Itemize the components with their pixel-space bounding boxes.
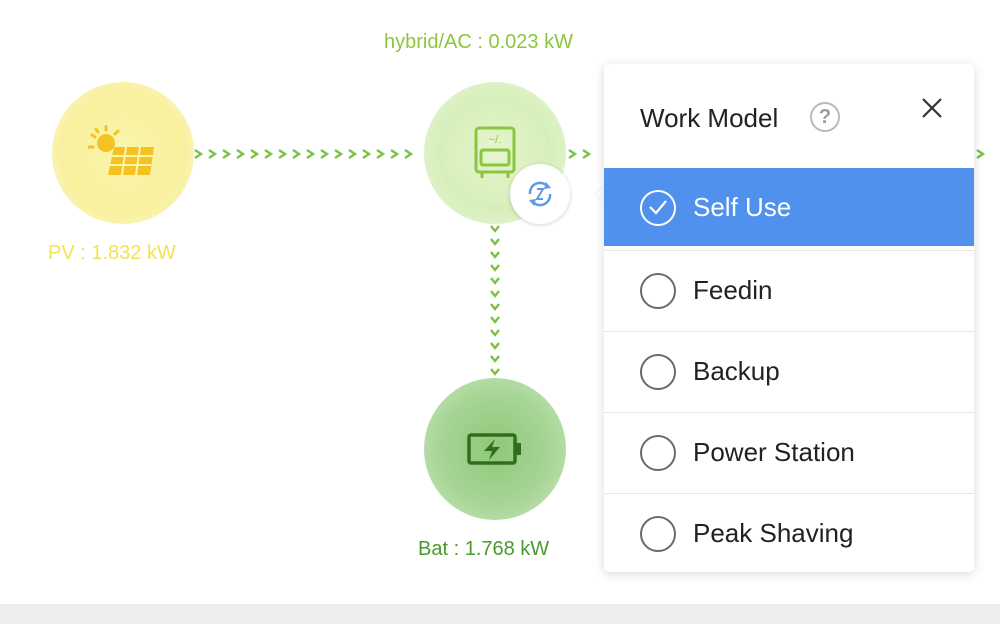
flow-chevron [320, 149, 330, 159]
option-feedin[interactable]: Feedin [604, 250, 974, 327]
flow-chevron [208, 149, 218, 159]
pv-node[interactable] [52, 82, 194, 224]
flow-chevron [292, 149, 302, 159]
flow-chevron [390, 149, 400, 159]
battery-charging-icon [467, 433, 521, 465]
battery-power-label: Bat : 1.768 kW [418, 538, 550, 560]
flow-chevron [490, 290, 500, 298]
help-icon[interactable]: ? [810, 102, 840, 132]
popover-arrow [596, 186, 604, 202]
option-label: Feedin [693, 275, 773, 305]
option-label: Self Use [693, 192, 792, 222]
switch-mode-button[interactable] [510, 164, 570, 224]
solar-panel-icon [88, 125, 154, 176]
flow-chevron [490, 355, 500, 363]
flow-inverter-to-grid [566, 149, 604, 159]
pv-power-label: PV : 1.832 kW [48, 242, 176, 264]
switch-mode-icon [528, 181, 552, 207]
svg-text:~/.: ~/. [489, 134, 502, 146]
flow-chevron [490, 277, 500, 285]
flow-chevron [348, 149, 358, 159]
flow-chevron [334, 149, 344, 159]
inverter-icon: ~/. [474, 126, 516, 178]
option-label: Power Station [693, 437, 855, 467]
radio-checked[interactable] [640, 190, 676, 226]
flow-chevron [490, 342, 500, 350]
flow-pv-to-inverter [192, 149, 428, 159]
option-power-station[interactable]: Power Station [604, 412, 974, 489]
flow-chevron [490, 329, 500, 337]
bottom-bar [0, 604, 1000, 624]
popover-header: Work Model ? [604, 64, 974, 168]
option-label: Peak Shaving [693, 518, 854, 548]
flow-chevron [490, 316, 500, 324]
radio-unchecked[interactable] [640, 273, 676, 309]
flow-chevron [582, 149, 592, 159]
flow-chevron [490, 303, 500, 311]
flow-chevron [362, 149, 372, 159]
flow-chevron [490, 264, 500, 272]
flow-chevron [306, 149, 316, 159]
check-icon [649, 200, 667, 215]
flow-chevron [490, 251, 500, 259]
flow-chevron [264, 149, 274, 159]
radio-unchecked[interactable] [640, 435, 676, 471]
option-peak-shaving[interactable]: Peak Shaving [604, 493, 974, 570]
flow-to-grid-right [974, 149, 1000, 159]
option-self-use[interactable]: Self Use [604, 168, 974, 246]
flow-inverter-to-battery [490, 222, 500, 380]
battery-node[interactable] [424, 378, 566, 520]
flow-chevron [568, 149, 578, 159]
flow-chevron [376, 149, 386, 159]
option-backup[interactable]: Backup [604, 331, 974, 408]
radio-unchecked[interactable] [640, 354, 676, 390]
flow-chevron [404, 149, 414, 159]
flow-chevron [278, 149, 288, 159]
flow-chevron [976, 149, 986, 159]
work-model-options: Self Use Feedin Backup Power Station Peak Sh… [604, 168, 974, 574]
flow-chevron [236, 149, 246, 159]
close-icon[interactable] [918, 94, 946, 122]
work-model-popover: Work Model ? Self Use Feedin Backup Power S… [604, 64, 974, 572]
flow-chevron [490, 238, 500, 246]
flow-chevron [194, 149, 204, 159]
flow-chevron [222, 149, 232, 159]
option-label: Backup [693, 356, 780, 386]
inverter-power-label: hybrid/AC : 0.023 kW [384, 31, 573, 53]
flow-chevron [250, 149, 260, 159]
flow-chevron [490, 368, 500, 376]
popover-title: Work Model [640, 103, 779, 133]
radio-unchecked[interactable] [640, 516, 676, 552]
